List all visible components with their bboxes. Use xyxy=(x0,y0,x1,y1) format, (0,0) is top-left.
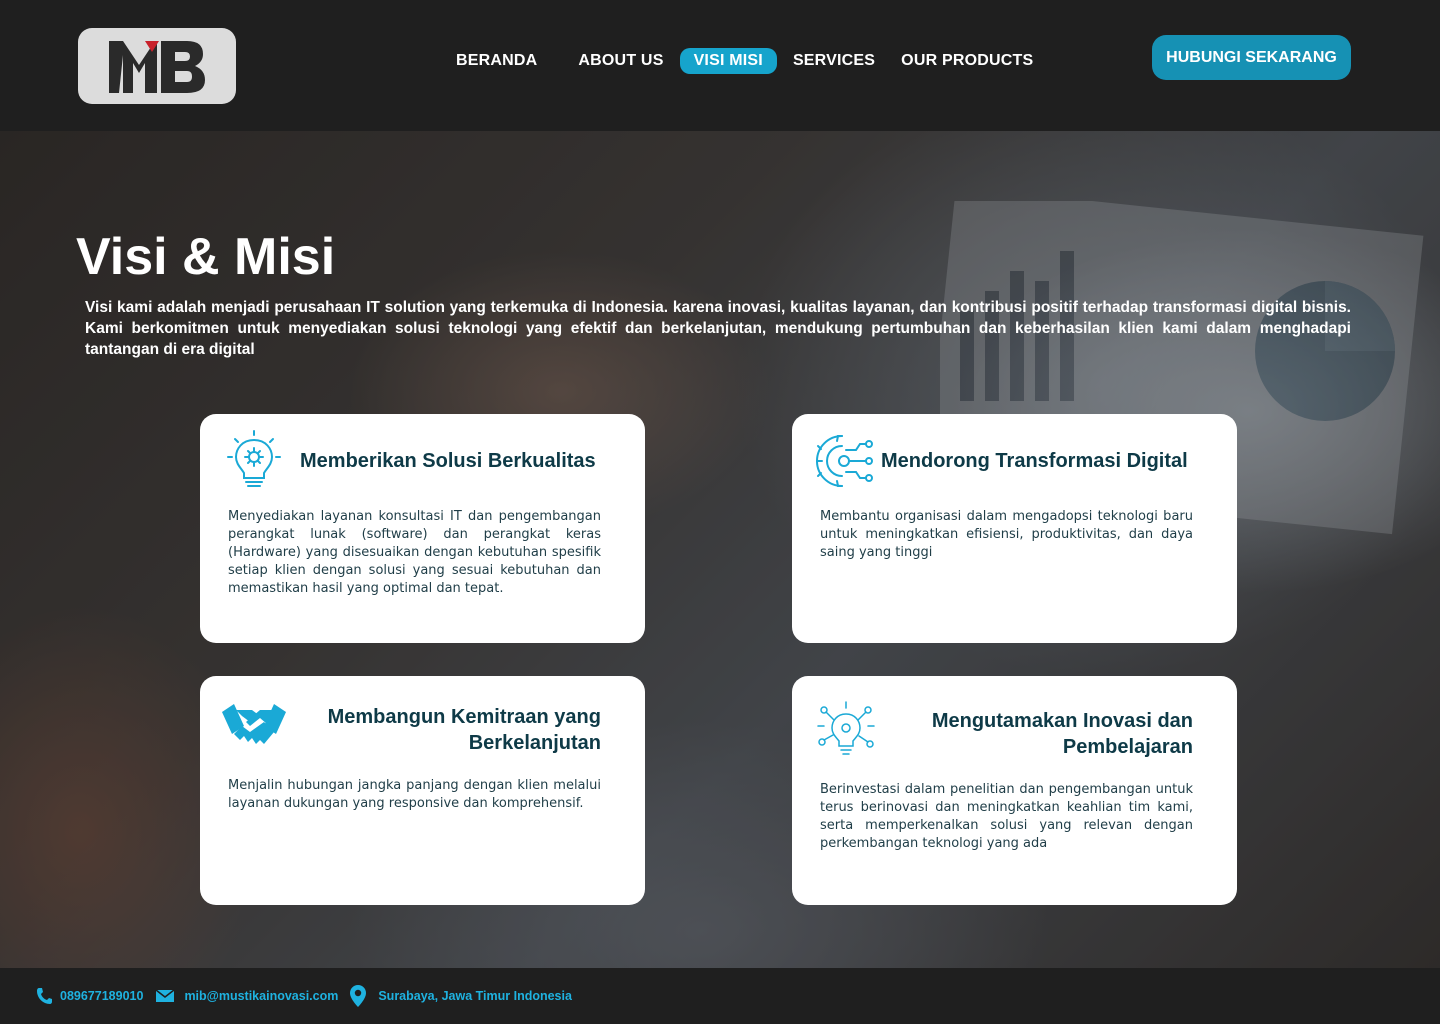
innovation-icon xyxy=(817,701,875,755)
nav-visi-misi[interactable]: VISI MISI xyxy=(679,47,777,74)
footer-address-text: Surabaya, Jawa Timur Indonesia xyxy=(378,989,572,1003)
mail-icon xyxy=(155,989,175,1002)
footer-phone[interactable]: 089677189010 xyxy=(36,987,143,1005)
footer-phone-text: 089677189010 xyxy=(60,989,144,1003)
contact-now-button[interactable]: HUBUNGI SEKARANG xyxy=(1152,35,1351,80)
card-title: Mendorong Transformasi Digital xyxy=(881,450,1188,472)
company-logo[interactable] xyxy=(78,28,236,104)
card-title: Memberikan Solusi Berkualitas xyxy=(300,450,596,472)
card-title: Mengutamakan Inovasi dan Pembelajaran xyxy=(931,710,1193,758)
digital-gear-icon xyxy=(816,435,873,487)
mission-card-quality: Memberikan Solusi Berkualitas Menyediaka… xyxy=(200,414,645,643)
card-text: Menyediakan layanan konsultasi IT dan pe… xyxy=(228,509,601,596)
mission-card-innovation: Mengutamakan Inovasi dan Pembelajaran Be… xyxy=(792,676,1237,905)
mission-card-partnership: Membangun Kemitraan yang Berkelanjutan M… xyxy=(200,676,645,905)
site-footer: 089677189010 mib@mustikainovasi.com Sura… xyxy=(0,968,1440,1024)
nav-services[interactable]: SERVICES xyxy=(783,48,885,74)
location-pin-icon xyxy=(350,985,367,1007)
nav-our-products[interactable]: OUR PRODUCTS xyxy=(891,48,1043,74)
mission-card-digital: Mendorong Transformasi Digital Membantu … xyxy=(792,414,1237,643)
site-header: BERANDA ABOUT US VISI MISI SERVICES OUR … xyxy=(0,0,1440,131)
card-text: Menjalin hubungan jangka panjang dengan … xyxy=(228,778,601,811)
nav-about-us[interactable]: ABOUT US xyxy=(568,48,673,74)
footer-email[interactable]: mib@mustikainovasi.com xyxy=(155,989,338,1003)
vision-description: Visi kami adalah menjadi perusahaan IT s… xyxy=(85,299,1351,358)
mb-logo-icon xyxy=(109,41,205,93)
handshake-icon xyxy=(222,704,286,744)
main-nav: BERANDA ABOUT US VISI MISI SERVICES OUR … xyxy=(446,46,1049,75)
card-text: Membantu organisasi dalam mengadopsi tek… xyxy=(820,509,1193,560)
hero-section: Visi & Misi Visi kami adalah menjadi per… xyxy=(0,131,1440,968)
card-title: Membangun Kemitraan yang Berkelanjutan xyxy=(327,706,601,754)
lightbulb-gear-icon xyxy=(227,430,281,487)
card-text: Berinvestasi dalam penelitian dan pengem… xyxy=(820,782,1193,851)
nav-beranda[interactable]: BERANDA xyxy=(446,48,547,74)
footer-email-text: mib@mustikainovasi.com xyxy=(184,989,339,1003)
page-title: Visi & Misi xyxy=(76,228,336,286)
footer-address[interactable]: Surabaya, Jawa Timur Indonesia xyxy=(349,984,572,1008)
phone-icon xyxy=(37,988,52,1004)
